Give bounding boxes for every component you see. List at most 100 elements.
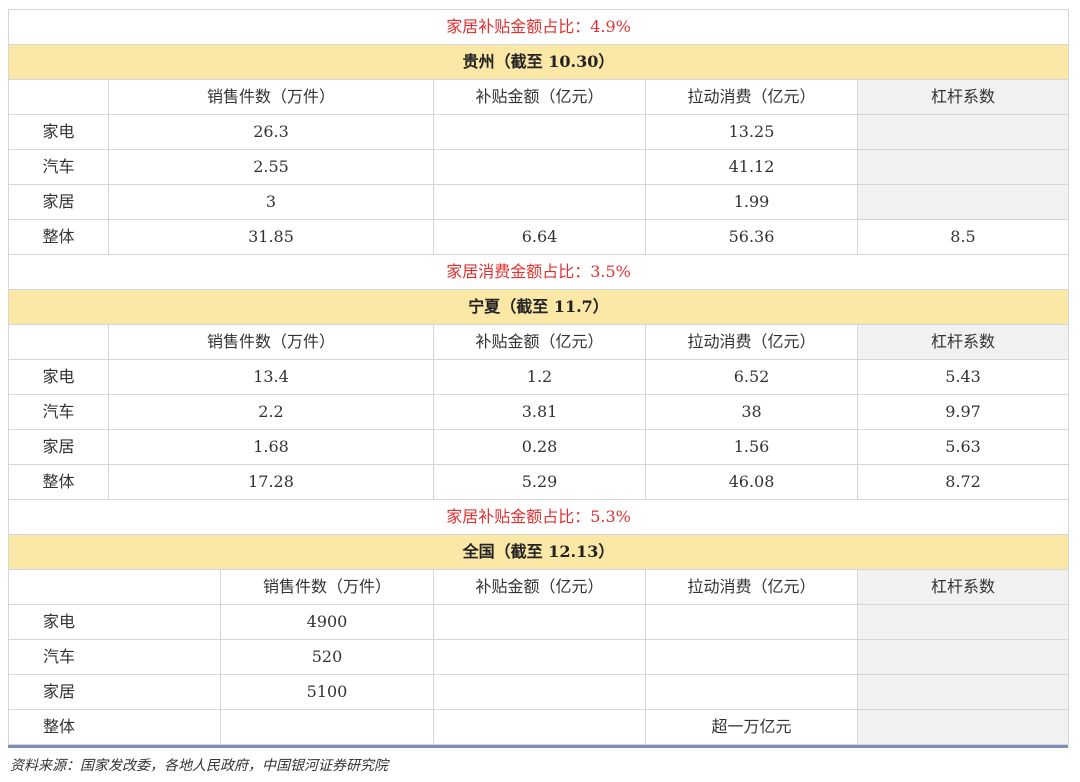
leverage-cell bbox=[856, 149, 1070, 185]
column-header-row: 销售件数（万件） 补贴金额（亿元） 拉动消费（亿元） 杠杆系数 bbox=[8, 79, 1070, 115]
sales-units-cell: 1.68 bbox=[108, 429, 434, 465]
leverage-cell bbox=[856, 184, 1070, 220]
subsidy-amount-cell: 1.2 bbox=[433, 359, 646, 395]
subsidy-amount-cell: 3.81 bbox=[433, 394, 646, 430]
sales-units-cell bbox=[220, 709, 434, 745]
table-row: 家居 1.68 0.28 1.56 5.63 bbox=[8, 429, 1070, 465]
table-row: 汽车 2.55 41.12 bbox=[8, 149, 1070, 185]
consumption-cell: 6.52 bbox=[645, 359, 858, 395]
table-row: 家电 4900 bbox=[8, 604, 1070, 640]
subsidy-amount-cell: 6.64 bbox=[433, 219, 646, 255]
row-label: 家电 bbox=[8, 114, 109, 150]
sales-units-cell: 13.4 bbox=[108, 359, 434, 395]
sales-units-cell: 2.2 bbox=[108, 394, 434, 430]
column-header-subsidy-amount: 补贴金额（亿元） bbox=[433, 324, 646, 360]
column-header-row: 销售件数（万件） 补贴金额（亿元） 拉动消费（亿元） 杠杆系数 bbox=[8, 569, 1070, 605]
column-header-subsidy-amount: 补贴金额（亿元） bbox=[433, 79, 646, 115]
consumption-cell: 超一万亿元 bbox=[645, 709, 858, 745]
column-header-blank bbox=[8, 79, 109, 115]
report-table-container: 家居补贴金额占比：4.9% 贵州（截至 10.30） 销售件数（万件） 补贴金额… bbox=[7, 9, 1070, 775]
consumption-cell: 1.99 bbox=[645, 184, 858, 220]
consumption-cell bbox=[645, 674, 858, 710]
sales-units-cell: 2.55 bbox=[108, 149, 434, 185]
consumption-cell: 1.56 bbox=[645, 429, 858, 465]
section-title: 贵州（截至 10.30） bbox=[7, 44, 1070, 80]
section-title: 全国（截至 12.13） bbox=[7, 534, 1070, 570]
row-label: 家居 bbox=[8, 674, 221, 710]
column-header-sales-units: 销售件数（万件） bbox=[220, 569, 434, 605]
leverage-cell bbox=[856, 639, 1070, 675]
column-header-leverage: 杠杆系数 bbox=[856, 324, 1070, 360]
row-label: 家电 bbox=[8, 359, 109, 395]
ratio-note-row: 家居补贴金额占比：5.3% bbox=[7, 499, 1070, 535]
subsidy-amount-cell bbox=[433, 114, 646, 150]
row-label: 整体 bbox=[8, 709, 221, 745]
table-row: 整体 31.85 6.64 56.36 8.5 bbox=[8, 219, 1070, 255]
row-label: 汽车 bbox=[8, 149, 109, 185]
ratio-note: 家居补贴金额占比：4.9% bbox=[7, 9, 1070, 45]
row-label: 家居 bbox=[8, 184, 109, 220]
row-label: 汽车 bbox=[8, 394, 109, 430]
consumption-cell bbox=[645, 639, 858, 675]
leverage-cell: 8.72 bbox=[856, 464, 1070, 500]
column-header-subsidy-amount: 补贴金额（亿元） bbox=[433, 569, 646, 605]
subsidy-amount-cell bbox=[433, 184, 646, 220]
column-header-leverage: 杠杆系数 bbox=[856, 569, 1070, 605]
table-row: 家电 13.4 1.2 6.52 5.43 bbox=[8, 359, 1070, 395]
section-title: 宁夏（截至 11.7） bbox=[7, 289, 1070, 325]
sales-units-cell: 31.85 bbox=[108, 219, 434, 255]
sales-units-cell: 26.3 bbox=[108, 114, 434, 150]
table-row: 汽车 520 bbox=[8, 639, 1070, 675]
ratio-note-row: 家居消费金额占比：3.5% bbox=[7, 254, 1070, 290]
table-bottom-rule bbox=[8, 745, 1068, 748]
table-row: 整体 17.28 5.29 46.08 8.72 bbox=[8, 464, 1070, 500]
column-header-leverage: 杠杆系数 bbox=[856, 79, 1070, 115]
leverage-cell: 5.43 bbox=[856, 359, 1070, 395]
sales-units-cell: 520 bbox=[220, 639, 434, 675]
table-row: 家居 3 1.99 bbox=[8, 184, 1070, 220]
subsidy-amount-cell bbox=[433, 639, 646, 675]
table-row: 家电 26.3 13.25 bbox=[8, 114, 1070, 150]
subsidy-amount-cell bbox=[433, 149, 646, 185]
section-header-row: 贵州（截至 10.30） bbox=[7, 44, 1070, 80]
column-header-blank bbox=[8, 324, 109, 360]
subsidy-amount-cell bbox=[433, 604, 646, 640]
leverage-cell: 9.97 bbox=[856, 394, 1070, 430]
column-header-consumption: 拉动消费（亿元） bbox=[645, 79, 858, 115]
row-label: 汽车 bbox=[8, 639, 221, 675]
column-header-sales-units: 销售件数（万件） bbox=[108, 79, 434, 115]
consumption-cell bbox=[645, 604, 858, 640]
table-row: 整体 超一万亿元 bbox=[8, 709, 1070, 745]
column-header-row: 销售件数（万件） 补贴金额（亿元） 拉动消费（亿元） 杠杆系数 bbox=[8, 324, 1070, 360]
consumption-cell: 56.36 bbox=[645, 219, 858, 255]
leverage-cell bbox=[856, 709, 1070, 745]
consumption-cell: 41.12 bbox=[645, 149, 858, 185]
consumption-cell: 38 bbox=[645, 394, 858, 430]
leverage-cell bbox=[856, 604, 1070, 640]
subsidy-amount-cell: 0.28 bbox=[433, 429, 646, 465]
table-row: 家居 5100 bbox=[8, 674, 1070, 710]
leverage-cell: 5.63 bbox=[856, 429, 1070, 465]
column-header-sales-units: 销售件数（万件） bbox=[108, 324, 434, 360]
ratio-note-row: 家居补贴金额占比：4.9% bbox=[7, 9, 1070, 45]
column-header-consumption: 拉动消费（亿元） bbox=[645, 569, 858, 605]
leverage-cell: 8.5 bbox=[856, 219, 1070, 255]
leverage-cell bbox=[856, 674, 1070, 710]
sales-units-cell: 5100 bbox=[220, 674, 434, 710]
consumption-cell: 46.08 bbox=[645, 464, 858, 500]
row-label: 整体 bbox=[8, 219, 109, 255]
subsidy-amount-cell bbox=[433, 709, 646, 745]
subsidy-amount-cell bbox=[433, 674, 646, 710]
ratio-note: 家居补贴金额占比：5.3% bbox=[7, 499, 1070, 535]
consumption-cell: 13.25 bbox=[645, 114, 858, 150]
row-label: 整体 bbox=[8, 464, 109, 500]
sales-units-cell: 3 bbox=[108, 184, 434, 220]
section-header-row: 全国（截至 12.13） bbox=[7, 534, 1070, 570]
sales-units-cell: 17.28 bbox=[108, 464, 434, 500]
table-row: 汽车 2.2 3.81 38 9.97 bbox=[8, 394, 1070, 430]
sales-units-cell: 4900 bbox=[220, 604, 434, 640]
row-label: 家电 bbox=[8, 604, 221, 640]
column-header-blank bbox=[8, 569, 221, 605]
column-header-consumption: 拉动消费（亿元） bbox=[645, 324, 858, 360]
ratio-note: 家居消费金额占比：3.5% bbox=[7, 254, 1070, 290]
